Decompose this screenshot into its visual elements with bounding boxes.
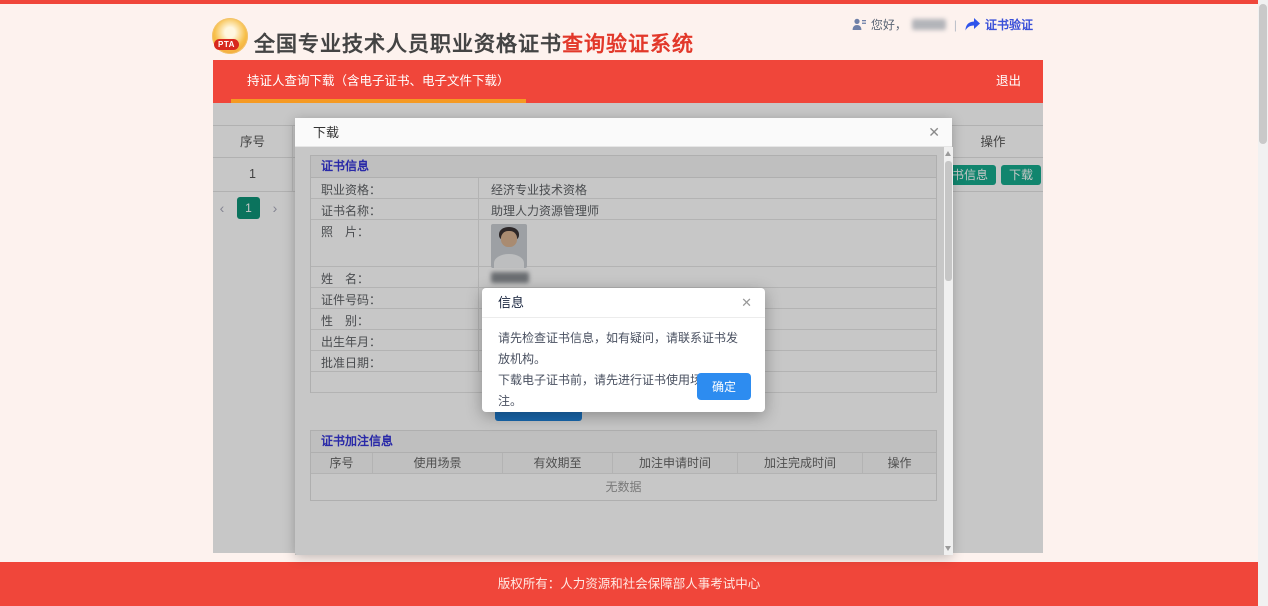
download-modal-close-icon[interactable]: ✕ bbox=[928, 118, 940, 147]
scroll-up-icon[interactable] bbox=[945, 151, 951, 156]
logout-button[interactable]: 退出 bbox=[996, 60, 1021, 103]
scroll-down-icon[interactable] bbox=[945, 546, 951, 551]
page-title-accent: 查询验证系统 bbox=[562, 33, 694, 56]
download-modal-title: 下载 bbox=[313, 118, 339, 147]
info-dialog-header: 信息 ✕ bbox=[482, 288, 765, 318]
download-modal-header: 下载 ✕ bbox=[295, 118, 952, 147]
info-dialog-line1: 请先检查证书信息，如有疑问，请联系证书发放机构。 bbox=[498, 328, 749, 370]
nav-item-label: 持证人查询下载（含电子证书、电子文件下载） bbox=[247, 74, 510, 88]
info-dialog-title: 信息 bbox=[498, 288, 524, 318]
scrollbar-thumb[interactable] bbox=[945, 161, 952, 281]
greeting-text: 您好， bbox=[871, 16, 907, 33]
user-icon bbox=[852, 18, 866, 31]
info-dialog: 信息 ✕ 请先检查证书信息，如有疑问，请联系证书发放机构。 下载电子证书前，请先… bbox=[482, 288, 765, 412]
confirm-button[interactable]: 确定 bbox=[697, 373, 751, 400]
copyright-text: 版权所有：人力资源和社会保障部人事考试中心 bbox=[498, 577, 761, 591]
header-divider: | bbox=[954, 18, 957, 32]
page-title-main: 全国专业技术人员职业资格证书 bbox=[254, 33, 562, 56]
screen: PTA 全国专业技术人员职业资格证书查询验证系统 您好， | 证书验证 持证人查… bbox=[0, 0, 1268, 606]
redacted-username bbox=[912, 19, 946, 30]
browser-scrollbar-thumb[interactable] bbox=[1259, 4, 1267, 144]
nav-item-holder-query-download[interactable]: 持证人查询下载（含电子证书、电子文件下载） bbox=[231, 60, 526, 103]
pta-logo: PTA bbox=[212, 18, 248, 54]
site-footer: 版权所有：人力资源和社会保障部人事考试中心 bbox=[0, 562, 1258, 606]
user-area: 您好， | 证书验证 bbox=[852, 16, 1033, 33]
info-dialog-close-icon[interactable]: ✕ bbox=[741, 288, 752, 318]
modal-scrollbar[interactable] bbox=[944, 147, 953, 555]
certificate-verify-link[interactable]: 证书验证 bbox=[985, 16, 1033, 33]
nav-bar: 持证人查询下载（含电子证书、电子文件下载） 退出 bbox=[213, 60, 1043, 103]
site-header: PTA 全国专业技术人员职业资格证书查询验证系统 您好， | 证书验证 bbox=[0, 4, 1258, 60]
page-title: 全国专业技术人员职业资格证书查询验证系统 bbox=[254, 28, 694, 58]
pta-logo-badge: PTA bbox=[214, 39, 239, 50]
share-arrow-icon bbox=[965, 18, 980, 31]
browser-scrollbar[interactable] bbox=[1258, 0, 1268, 606]
